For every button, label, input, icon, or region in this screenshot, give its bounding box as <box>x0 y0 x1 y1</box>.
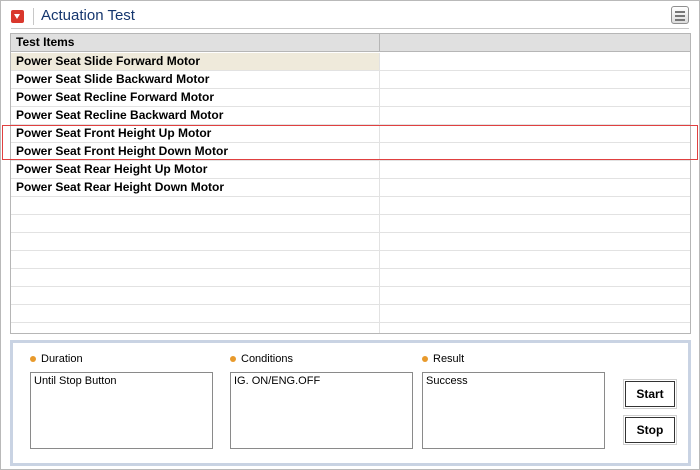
value-cell <box>380 107 690 124</box>
test-item-cell: Power Seat Front Height Down Motor <box>11 143 380 160</box>
stop-button[interactable]: Stop <box>623 415 677 445</box>
value-cell <box>380 197 690 214</box>
table-row[interactable]: Power Seat Front Height Up Motor <box>11 125 690 143</box>
value-cell <box>380 53 690 70</box>
test-item-cell: Power Seat Rear Height Down Motor <box>11 179 380 196</box>
table-row[interactable]: Power Seat Recline Backward Motor <box>11 107 690 125</box>
value-cell <box>380 179 690 196</box>
column-header-test-items[interactable]: Test Items <box>11 34 380 51</box>
value-cell <box>380 143 690 160</box>
value-cell <box>380 161 690 178</box>
column-header-value[interactable] <box>380 34 690 51</box>
duration-label: Duration <box>41 353 83 365</box>
test-item-cell: Power Seat Slide Forward Motor <box>11 53 380 70</box>
value-cell <box>380 233 690 250</box>
table-body: Power Seat Slide Forward Motor Power Seat… <box>11 53 690 333</box>
value-cell <box>380 89 690 106</box>
table-row[interactable] <box>11 287 690 305</box>
test-item-cell: Power Seat Slide Backward Motor <box>11 71 380 88</box>
table-row[interactable] <box>11 305 690 323</box>
test-item-cell <box>11 215 380 232</box>
table-row[interactable]: Power Seat Slide Backward Motor <box>11 71 690 89</box>
conditions-field[interactable]: IG. ON/ENG.OFF <box>230 372 413 449</box>
actuation-test-window: Actuation Test Test Items Power Seat Sli… <box>0 0 700 470</box>
table-row[interactable]: Power Seat Front Height Down Motor <box>11 143 690 161</box>
result-field[interactable]: Success <box>422 372 605 449</box>
value-cell <box>380 125 690 142</box>
page-title: Actuation Test <box>41 7 135 24</box>
value-cell <box>380 269 690 286</box>
value-cell <box>380 251 690 268</box>
table-row[interactable] <box>11 269 690 287</box>
test-items-table: Test Items Power Seat Slide Forward Moto… <box>10 33 691 334</box>
test-item-cell <box>11 323 380 333</box>
table-header: Test Items <box>11 34 690 52</box>
table-row[interactable] <box>11 323 690 333</box>
table-row[interactable]: Power Seat Rear Height Down Motor <box>11 179 690 197</box>
menu-icon[interactable] <box>671 6 689 24</box>
value-cell <box>380 305 690 322</box>
test-item-cell <box>11 269 380 286</box>
test-item-cell <box>11 305 380 322</box>
test-item-cell <box>11 287 380 304</box>
control-panel: Duration Until Stop Button Conditions IG… <box>10 340 691 466</box>
value-cell <box>380 71 690 88</box>
test-item-cell <box>11 251 380 268</box>
collapse-icon[interactable] <box>11 10 24 23</box>
test-item-cell: Power Seat Front Height Up Motor <box>11 125 380 142</box>
value-cell <box>380 215 690 232</box>
table-row[interactable]: Power Seat Slide Forward Motor <box>11 53 690 71</box>
value-cell <box>380 323 690 333</box>
table-row[interactable] <box>11 215 690 233</box>
table-row[interactable]: Power Seat Rear Height Up Motor <box>11 161 690 179</box>
header-separator <box>33 8 34 25</box>
duration-field[interactable]: Until Stop Button <box>30 372 213 449</box>
header-divider <box>11 28 689 29</box>
value-cell <box>380 287 690 304</box>
header: Actuation Test <box>1 1 699 31</box>
test-item-cell: Power Seat Recline Forward Motor <box>11 89 380 106</box>
test-item-cell: Power Seat Recline Backward Motor <box>11 107 380 124</box>
conditions-label: Conditions <box>241 353 293 365</box>
table-row[interactable] <box>11 251 690 269</box>
table-row[interactable] <box>11 197 690 215</box>
test-item-cell <box>11 233 380 250</box>
test-item-cell <box>11 197 380 214</box>
test-item-cell: Power Seat Rear Height Up Motor <box>11 161 380 178</box>
result-label: Result <box>433 353 465 365</box>
table-row[interactable] <box>11 233 690 251</box>
start-button[interactable]: Start <box>623 379 677 409</box>
table-row[interactable]: Power Seat Recline Forward Motor <box>11 89 690 107</box>
